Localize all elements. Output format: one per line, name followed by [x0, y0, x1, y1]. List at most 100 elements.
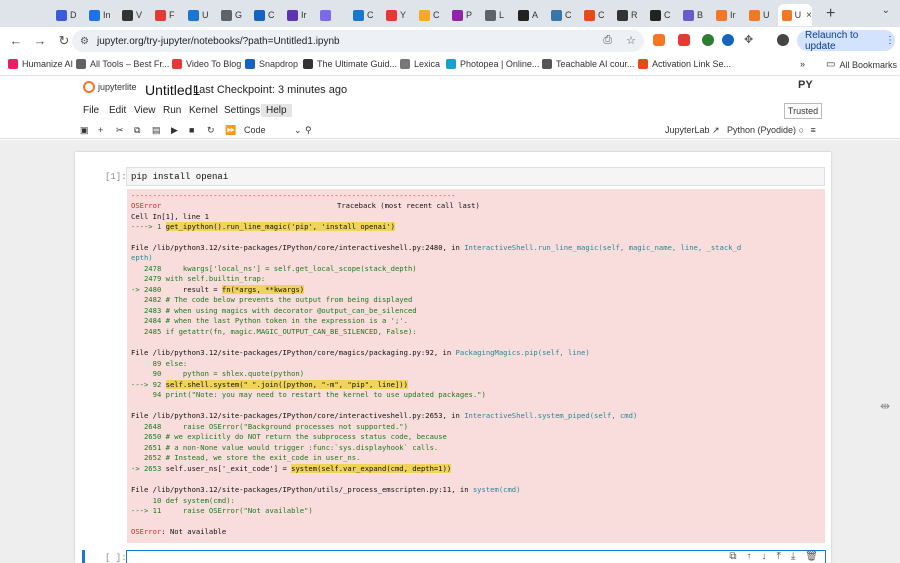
browser-tab[interactable]: F [151, 4, 184, 26]
browser-tab[interactable]: Ir [712, 4, 745, 26]
code-text: result = [161, 285, 222, 294]
menu-icon[interactable]: ≡ [811, 125, 816, 135]
menu-view[interactable]: View [134, 105, 156, 116]
browser-tab[interactable]: C [547, 4, 580, 26]
more-bookmarks-button[interactable]: » [800, 59, 805, 69]
tab-search-icon[interactable]: ⌄ [882, 5, 890, 16]
bookmark-item[interactable]: Teachable AI cour... [542, 59, 635, 69]
run-icon[interactable]: ▶ [171, 125, 178, 136]
bookmark-item[interactable]: Video To Blog [172, 59, 241, 69]
tab-favicon-icon [89, 9, 100, 21]
relaunch-button[interactable]: Relaunch to update ⋮ [797, 30, 895, 52]
profile-avatar[interactable] [777, 34, 789, 46]
browser-tab[interactable]: A [514, 4, 547, 26]
browser-tab[interactable]: R [613, 4, 646, 26]
insert-cell-icon[interactable]: + [98, 125, 103, 135]
browser-tab[interactable]: B [679, 4, 712, 26]
duplicate-cell-icon[interactable]: ⧉ [729, 551, 736, 562]
tab-close-icon[interactable]: × [806, 10, 812, 21]
browser-tab[interactable]: Y [382, 4, 415, 26]
side-panel-handle-icon[interactable]: ⇹ [880, 399, 890, 413]
browser-tab[interactable]: U [745, 4, 778, 26]
bookmark-item[interactable]: The Ultimate Guid... [303, 59, 397, 69]
browser-tab[interactable]: U [184, 4, 217, 26]
notebook-title[interactable]: Untitled1 [145, 82, 200, 98]
extension-icon[interactable] [722, 34, 734, 46]
delete-cell-icon[interactable]: 🗑 [805, 551, 818, 562]
cell-type-select[interactable]: Code ⌄ [244, 125, 302, 136]
all-bookmarks-button[interactable]: ▭ All Bookmarks [826, 59, 897, 70]
external-link-icon: ↗ [712, 125, 720, 135]
more-menu-icon[interactable]: ⋮ [885, 35, 895, 46]
forward-icon[interactable]: → [28, 33, 52, 48]
address-bar[interactable]: ⚙ jupyter.org/try-jupyter/notebooks/?pat… [72, 30, 644, 52]
browser-tab[interactable]: C [646, 4, 679, 26]
insert-above-icon[interactable]: ⤒ [776, 551, 780, 562]
browser-tab[interactable]: C [580, 4, 613, 26]
traceback-file: File /lib/python3.12/site-packages/IPyth… [131, 485, 520, 495]
browser-tab[interactable]: G [217, 4, 250, 26]
menu-edit[interactable]: Edit [109, 105, 126, 116]
menu-bar: File Edit View Run Kernel Settings Help … [0, 103, 900, 120]
save-icon[interactable]: ▣ [80, 125, 89, 136]
bookmark-label: The Ultimate Guid... [317, 59, 398, 69]
extension-icon[interactable] [702, 34, 714, 46]
browser-tab[interactable]: V [118, 4, 151, 26]
paste-icon[interactable]: ▤ [152, 125, 161, 136]
install-app-icon[interactable]: ⎙ [603, 34, 612, 47]
code-cell-editor[interactable] [126, 550, 826, 563]
traceback-line: 2650 # we explicitly do NOT return the s… [131, 432, 447, 441]
menu-help[interactable]: Help [261, 104, 292, 117]
bookmark-item[interactable]: Snapdrop [245, 59, 298, 69]
menu-run[interactable]: Run [163, 105, 181, 116]
jupyterlite-logo[interactable]: jupyterlite [83, 81, 137, 93]
menu-file[interactable]: File [83, 105, 99, 116]
jupyterlab-label: JupyterLab [665, 125, 710, 135]
traceback-line: ----> 1 get_ipython().run_line_magic('pi… [131, 222, 395, 232]
bookmark-item[interactable]: Photopea | Online... [446, 59, 539, 69]
site-info-icon[interactable]: ⚙ [80, 36, 89, 47]
restart-run-all-icon[interactable]: ⏩ [225, 125, 236, 136]
menu-settings[interactable]: Settings [224, 105, 260, 116]
browser-tab[interactable] [316, 4, 349, 26]
bookmark-item[interactable]: Activation Link Se... [638, 59, 731, 69]
browser-tab[interactable]: Ir [283, 4, 316, 26]
browser-tab[interactable]: C [250, 4, 283, 26]
bookmark-item[interactable]: Humanize AI [8, 59, 73, 69]
tab-title: F [169, 10, 175, 20]
stop-icon[interactable]: ■ [189, 125, 194, 135]
extension-icon[interactable] [653, 34, 665, 46]
restart-icon[interactable]: ↻ [207, 125, 215, 136]
highlighted-code: get_ipython().run_line_magic('pip', 'ins… [165, 222, 395, 231]
bookmark-label: Lexica [414, 59, 441, 69]
new-tab-button[interactable]: + [826, 5, 835, 23]
insert-below-icon[interactable]: ⤓ [791, 551, 795, 562]
extension-icon[interactable] [678, 34, 690, 46]
code-cell-input[interactable]: pip install openai [126, 167, 825, 186]
move-down-icon[interactable]: ↓ [761, 551, 766, 562]
bookmark-star-icon[interactable]: ☆ [626, 34, 636, 47]
bookmark-item[interactable]: Lexica [400, 59, 440, 69]
cut-icon[interactable]: ✂ [116, 125, 124, 136]
debugger-icon[interactable]: ⚲ [305, 125, 312, 136]
kernel-status[interactable]: Python (Pyodide) ○ ≡ [727, 125, 816, 135]
browser-tab[interactable]: C [349, 4, 382, 26]
browser-tab[interactable]: In [85, 4, 118, 26]
browser-tab[interactable]: U × [778, 4, 812, 26]
browser-tab[interactable]: P [448, 4, 481, 26]
error-type: OSError [131, 527, 162, 536]
browser-tab[interactable]: L [481, 4, 514, 26]
back-icon[interactable]: ← [4, 33, 28, 48]
active-code-cell[interactable]: ⧉ ↑ ↓ ⤒ ⤓ 🗑 [78, 550, 830, 563]
browser-tab[interactable]: D [52, 4, 85, 26]
jupyterlab-link[interactable]: JupyterLab ↗ [665, 125, 720, 136]
tab-favicon-icon [320, 9, 331, 21]
extensions-puzzle-icon[interactable]: ✥ [744, 33, 753, 46]
copy-icon[interactable]: ⧉ [134, 125, 140, 136]
bookmark-item[interactable]: All Tools – Best Fr... [76, 59, 169, 69]
trusted-indicator[interactable]: Trusted [784, 103, 822, 119]
move-up-icon[interactable]: ↑ [746, 551, 751, 562]
error-type: OSError [131, 201, 162, 210]
menu-kernel[interactable]: Kernel [189, 105, 218, 116]
browser-tab[interactable]: C [415, 4, 448, 26]
